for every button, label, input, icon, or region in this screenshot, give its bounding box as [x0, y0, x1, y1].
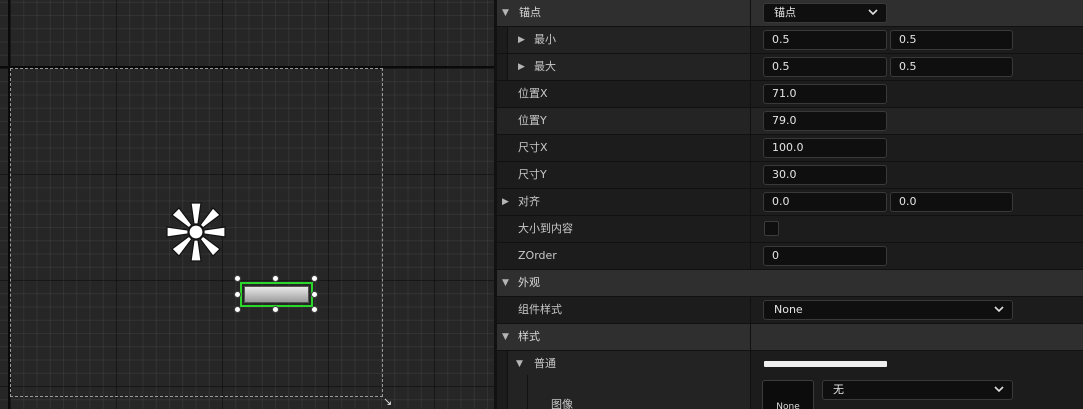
- zorder-row[interactable]: ZOrder 0: [497, 243, 1083, 270]
- anchors-max-label: 最大: [534, 60, 556, 73]
- size-x-label: 尺寸X: [518, 141, 548, 154]
- appearance-category[interactable]: ▼ 外观: [497, 270, 1083, 297]
- size-to-content-row[interactable]: 大小到内容: [497, 216, 1083, 243]
- style-label: 样式: [518, 330, 540, 343]
- alignment-row[interactable]: ▶ 对齐 0.0 0.0: [497, 189, 1083, 216]
- position-x-label: 位置X: [518, 87, 548, 100]
- selected-button-widget[interactable]: [244, 286, 309, 303]
- collapse-arrow-icon[interactable]: ▼: [502, 0, 509, 26]
- style-normal-label: 普通: [534, 357, 556, 370]
- position-y-field[interactable]: 79.0: [763, 111, 887, 131]
- resize-handle-bottom[interactable]: [272, 306, 279, 313]
- size-x-row[interactable]: 尺寸X 100.0: [497, 135, 1083, 162]
- anchors-max-x-field[interactable]: 0.5: [763, 57, 887, 77]
- resize-handle-left[interactable]: [234, 291, 241, 298]
- size-y-field[interactable]: 30.0: [763, 165, 887, 185]
- widget-style-label: 组件样式: [518, 303, 562, 316]
- style-image-label: 图像: [551, 398, 573, 409]
- resize-handle-top-left[interactable]: [234, 275, 241, 282]
- alignment-x-field[interactable]: 0.0: [763, 192, 887, 212]
- chevron-down-icon: [994, 306, 1004, 313]
- alignment-y-field[interactable]: 0.0: [890, 192, 1013, 212]
- size-to-content-checkbox[interactable]: [764, 221, 779, 236]
- expand-arrow-icon[interactable]: ▶: [518, 54, 525, 80]
- style-image-row[interactable]: 图像 None 无: [497, 375, 1083, 409]
- anchors-min-label: 最小: [534, 33, 556, 46]
- sun-light-icon[interactable]: [163, 199, 229, 265]
- size-to-content-label: 大小到内容: [518, 222, 573, 235]
- chevron-down-icon: [868, 9, 878, 16]
- resize-handle-right[interactable]: [311, 291, 318, 298]
- designer-canvas[interactable]: ↘: [0, 0, 494, 409]
- size-y-label: 尺寸Y: [518, 168, 547, 181]
- anchors-min-y-field[interactable]: 0.5: [890, 30, 1013, 50]
- expand-arrow-icon[interactable]: ▶: [502, 189, 509, 215]
- resize-handle-bottom-right[interactable]: [311, 306, 318, 313]
- anchors-label: 锚点: [519, 6, 541, 19]
- anchors-min-row[interactable]: ▶ 最小 0.5 0.5: [497, 27, 1083, 54]
- details-panel: ▼ 锚点 锚点 ▶ 最小 0.5 0.5 ▶ 最大 0.5 0.5 位置X 71…: [497, 0, 1083, 409]
- resize-handle-bottom-left[interactable]: [234, 306, 241, 313]
- position-x-row[interactable]: 位置X 71.0: [497, 81, 1083, 108]
- position-y-label: 位置Y: [518, 114, 547, 127]
- widget-style-row[interactable]: 组件样式 None: [497, 297, 1083, 324]
- resize-corner-icon[interactable]: ↘: [383, 396, 393, 407]
- position-x-field[interactable]: 71.0: [763, 84, 887, 104]
- appearance-label: 外观: [518, 276, 540, 289]
- resize-handle-top[interactable]: [272, 275, 279, 282]
- image-asset-dropdown[interactable]: 无: [822, 380, 1013, 400]
- image-thumbnail[interactable]: None: [762, 380, 814, 409]
- anchors-max-y-field[interactable]: 0.5: [890, 57, 1013, 77]
- anchors-min-x-field[interactable]: 0.5: [763, 30, 887, 50]
- size-x-field[interactable]: 100.0: [763, 138, 887, 158]
- collapse-arrow-icon[interactable]: ▼: [516, 351, 523, 377]
- alignment-label: 对齐: [518, 195, 540, 208]
- collapse-arrow-icon[interactable]: ▼: [502, 324, 509, 350]
- chevron-down-icon: [994, 386, 1004, 393]
- zorder-field[interactable]: 0: [763, 246, 887, 266]
- size-y-row[interactable]: 尺寸Y 30.0: [497, 162, 1083, 189]
- position-y-row[interactable]: 位置Y 79.0: [497, 108, 1083, 135]
- anchors-dropdown[interactable]: 锚点: [763, 3, 887, 23]
- normal-tint-color-swatch[interactable]: [764, 361, 887, 367]
- anchors-row[interactable]: ▼ 锚点 锚点: [497, 0, 1083, 27]
- resize-handle-top-right[interactable]: [311, 275, 318, 282]
- collapse-arrow-icon[interactable]: ▼: [502, 270, 509, 296]
- style-normal-row[interactable]: ▼ 普通: [497, 351, 1083, 378]
- zorder-label: ZOrder: [518, 249, 557, 262]
- style-category[interactable]: ▼ 样式: [497, 324, 1083, 351]
- anchors-max-row[interactable]: ▶ 最大 0.5 0.5: [497, 54, 1083, 81]
- widget-style-dropdown[interactable]: None: [763, 300, 1013, 320]
- expand-arrow-icon[interactable]: ▶: [518, 27, 525, 53]
